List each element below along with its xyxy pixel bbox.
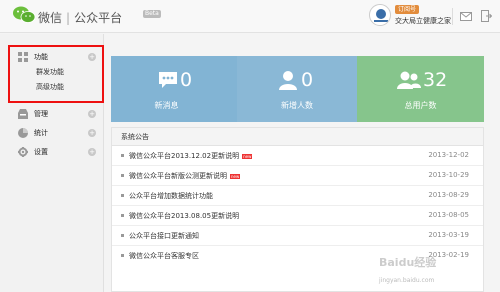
stat-value: 0 <box>301 69 314 91</box>
brand-right: 公众平台 <box>74 11 123 25</box>
announcement-text: 公众平台增加数据统计功能 <box>129 192 213 200</box>
stat-new-followers[interactable]: 0 新增人数 <box>237 56 357 122</box>
bullet-icon <box>121 214 124 217</box>
expand-icon[interactable]: + <box>88 110 96 118</box>
new-badge: new <box>230 173 241 179</box>
announcement-row[interactable]: 微信公众平台新版公测更新说明 new 2013-10-29 <box>112 166 483 186</box>
announcement-row[interactable]: 微信公众平台2013.12.02更新说明 new 2013-12-02 <box>112 146 483 166</box>
mail-icon[interactable] <box>460 12 472 21</box>
subscription-badge: 订阅号 <box>395 5 420 14</box>
announcement-row[interactable]: 公众平台增加数据统计功能 2013-08-29 <box>112 186 483 206</box>
nav-group-stats: 统计 + <box>9 125 104 141</box>
announcement-link[interactable]: 公众平台增加数据统计功能 <box>129 191 213 201</box>
stat-value: 0 <box>180 69 193 91</box>
users-icon <box>397 71 421 89</box>
bullet-icon <box>121 174 124 177</box>
announcement-date: 2013-12-02 <box>428 151 469 159</box>
bullet-icon <box>121 154 124 157</box>
announcement-link[interactable]: 微信公众平台新版公测更新说明 new <box>129 171 241 181</box>
wechat-logo-icon <box>13 6 36 23</box>
announcement-text: 微信公众平台新版公测更新说明 <box>129 172 227 180</box>
panel-title: 系统公告 <box>112 128 483 146</box>
nav-label: 设置 <box>34 148 48 156</box>
stat-caption: 新消息 <box>154 101 179 110</box>
inbox-icon <box>18 109 28 119</box>
stat-caption: 新增人数 <box>281 101 313 110</box>
nav-group-settings: 设置 + <box>9 144 104 160</box>
stat-new-messages[interactable]: 0 新消息 <box>111 56 242 122</box>
announcement-date: 2013-08-05 <box>428 211 469 219</box>
pie-chart-icon <box>18 128 28 138</box>
bullet-icon <box>121 234 124 237</box>
message-icon <box>159 72 177 88</box>
announcement-link[interactable]: 微信公众平台2013.12.02更新说明 new <box>129 151 253 161</box>
announcement-row[interactable]: 微信公众平台2013.08.05更新说明 2013-08-05 <box>112 206 483 226</box>
announcement-link[interactable]: 公众平台接口更新通知 <box>129 231 199 241</box>
user-icon <box>279 71 297 90</box>
nav-label: 统计 <box>34 129 48 137</box>
announcement-list: 微信公众平台2013.12.02更新说明 new 2013-12-02 微信公众平台新… <box>112 146 483 266</box>
watermark-url: jingyan.baidu.com <box>379 277 435 284</box>
logout-icon[interactable] <box>481 10 492 22</box>
announcement-date: 2013-10-29 <box>428 171 469 179</box>
stat-total-users[interactable]: 32 总用户数 <box>357 56 484 122</box>
new-badge: new <box>242 153 253 159</box>
announcement-date: 2013-08-29 <box>428 191 469 199</box>
account-avatar[interactable] <box>369 4 391 26</box>
announcement-text: 微信公众平台2013.12.02更新说明 <box>129 152 240 160</box>
nav-head-settings[interactable]: 设置 + <box>9 144 104 160</box>
stat-value: 32 <box>423 69 448 91</box>
platform-title: 微信 | 公众平台 <box>38 11 123 25</box>
bullet-icon <box>121 194 124 197</box>
announcement-link[interactable]: 微信公众平台2013.08.05更新说明 <box>129 211 239 221</box>
avatar-icon <box>374 9 388 22</box>
announcement-text: 微信公众平台2013.08.05更新说明 <box>129 212 240 220</box>
announcement-row[interactable]: 公众平台接口更新通知 2013-03-19 <box>112 226 483 246</box>
top-header: 微信 | 公众平台 Beta 订阅号 交大局立健康之家 <box>0 0 500 33</box>
header-divider <box>452 8 453 25</box>
announcement-text: 公众平台接口更新通知 <box>129 232 199 240</box>
announcement-text: 微信公众平台客服专区 <box>129 252 199 260</box>
bullet-icon <box>121 254 124 257</box>
nav-label: 管理 <box>34 110 48 118</box>
brand-left: 微信 <box>38 11 63 25</box>
nav-head-stats[interactable]: 统计 + <box>9 125 104 141</box>
stat-caption: 总用户数 <box>404 101 437 110</box>
expand-icon[interactable]: + <box>88 148 96 156</box>
nav-group-manage: 管理 + <box>9 106 104 122</box>
account-name[interactable]: 交大局立健康之家 <box>395 16 451 26</box>
highlight-box <box>8 45 104 103</box>
nav-head-manage[interactable]: 管理 + <box>9 106 104 122</box>
expand-icon[interactable]: + <box>88 129 96 137</box>
watermark-logo: Baidu经验 <box>379 256 437 269</box>
gear-icon <box>18 147 28 157</box>
announcement-link[interactable]: 微信公众平台客服专区 <box>129 251 199 261</box>
beta-badge: Beta <box>143 10 161 18</box>
announcement-date: 2013-03-19 <box>428 231 469 239</box>
